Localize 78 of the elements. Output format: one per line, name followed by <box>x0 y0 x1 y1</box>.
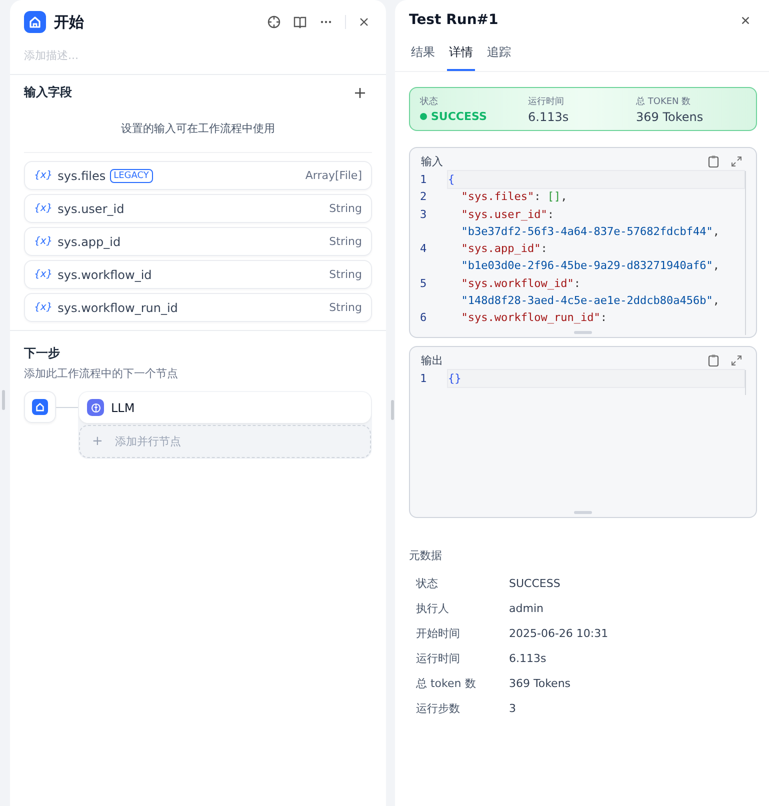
metadata-label: 执行人 <box>416 600 450 616</box>
code-line: "b3e37df2-56f3-4a64-837e-57682fdcbf44", <box>460 224 721 240</box>
field-type: Array[File] <box>305 169 362 182</box>
crosshair-icon[interactable] <box>267 15 281 29</box>
close-icon[interactable] <box>740 14 751 26</box>
variable-icon: {x} <box>34 170 53 181</box>
section-title: 下一步 <box>24 345 61 362</box>
code-line: "sys.workflow_id": <box>460 276 582 292</box>
variable-icon: {x} <box>34 269 53 280</box>
tab[interactable]: 结果 <box>409 44 437 71</box>
variable-icon: {x} <box>34 203 53 214</box>
clipboard-icon[interactable] <box>708 155 719 168</box>
code-line: "b1e03d0e-2f96-45be-9a29-d83271940af6", <box>460 258 721 274</box>
node-title: 开始 <box>54 12 84 32</box>
summary-value: SUCCESS <box>431 110 487 123</box>
section-title: 输入字段 <box>24 84 72 101</box>
metadata-label: 状态 <box>416 576 439 591</box>
metadata-value: SUCCESS <box>509 576 560 590</box>
metadata-label: 运行时间 <box>416 650 461 666</box>
tab[interactable]: 详情 <box>447 44 475 71</box>
input-field-row[interactable]: {x} sys.app_id String <box>24 227 372 256</box>
editor-title: 输入 <box>421 154 443 169</box>
hint-text: 设置的输入可在工作流程中使用 <box>24 101 372 153</box>
code-line: "sys.files": [], <box>460 189 568 206</box>
code-line: "sys.app_id": <box>460 241 548 258</box>
field-type: String <box>329 268 362 281</box>
metadata-label: 总 token 数 <box>416 676 477 691</box>
input-field-row[interactable]: {x} sys.workflow_id String <box>24 260 372 289</box>
editor-title: 输出 <box>421 352 443 368</box>
home-icon <box>24 11 46 33</box>
field-name: sys.user_id <box>58 202 124 216</box>
code-line: "148d8f28-3aed-4c5e-ae1e-2ddcb80a456b", <box>460 293 721 310</box>
expand-icon[interactable] <box>731 354 742 366</box>
summary-value: 369 Tokens <box>636 110 704 124</box>
tab[interactable]: 追踪 <box>485 44 513 71</box>
metadata-label: 运行步数 <box>416 700 461 716</box>
metadata-value: 6.113s <box>509 652 546 665</box>
panel-title: Test Run#1 <box>409 12 498 28</box>
metadata-label: 开始时间 <box>416 626 461 641</box>
summary-label: 运行时间 <box>528 96 565 108</box>
summary-label: 总 TOKEN 数 <box>636 96 692 108</box>
summary-label: 状态 <box>420 96 439 108</box>
metadata-value: 2025-06-26 10:31 <box>509 626 608 640</box>
variable-icon: {x} <box>34 236 53 247</box>
code-line: "sys.user_id": <box>460 206 555 223</box>
line-number: 1 <box>419 172 428 188</box>
book-icon[interactable] <box>293 15 307 29</box>
summary-value: 6.113s <box>528 110 569 124</box>
metadata-title: 元数据 <box>409 548 443 563</box>
metadata-value: admin <box>509 602 544 615</box>
clipboard-icon[interactable] <box>708 354 719 367</box>
field-name: sys.workflow_id <box>58 268 152 282</box>
close-icon[interactable] <box>358 16 370 28</box>
field-type: String <box>329 301 362 314</box>
input-field-row[interactable]: {x} sys.workflow_run_id String <box>24 293 372 322</box>
code-line: "sys.workflow_run_id": <box>460 310 608 326</box>
expand-icon[interactable] <box>731 156 742 167</box>
llm-node[interactable]: LLM <box>79 392 371 423</box>
line-number: 5 <box>419 276 428 292</box>
input-field-row[interactable]: {x} sys.files LEGACY Array[File] <box>24 161 372 190</box>
field-type: String <box>329 235 362 248</box>
add-icon[interactable] <box>354 86 366 98</box>
field-name: sys.files <box>58 168 106 182</box>
line-number: 6 <box>419 310 428 326</box>
hint-text: 添加此工作流程中的下一个节点 <box>24 366 179 381</box>
start-node-icon <box>24 391 56 423</box>
field-name: sys.workflow_run_id <box>58 300 178 314</box>
line-number: 2 <box>419 189 428 206</box>
line-number: 4 <box>419 241 428 258</box>
field-name: sys.app_id <box>58 234 121 248</box>
input-field-row[interactable]: {x} sys.user_id String <box>24 194 372 223</box>
line-number: 1 <box>419 370 428 387</box>
field-type: String <box>329 202 362 215</box>
metadata-value: 369 Tokens <box>509 676 571 690</box>
legacy-badge: LEGACY <box>110 168 153 182</box>
variable-icon: {x} <box>34 302 53 313</box>
line-number: 3 <box>419 206 428 223</box>
metadata-value: 3 <box>509 702 516 715</box>
